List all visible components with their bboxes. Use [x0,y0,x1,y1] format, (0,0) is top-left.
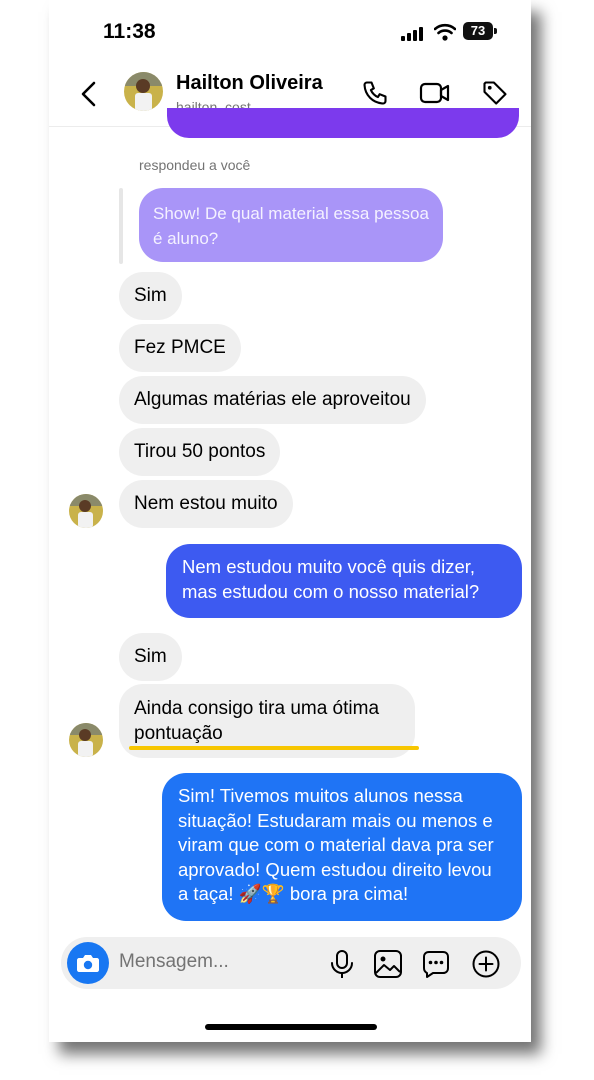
phone-icon[interactable] [361,79,389,107]
incoming-message[interactable]: Nem estou muito [119,480,293,528]
contact-name[interactable]: Hailton Oliveira [176,72,323,95]
sender-avatar[interactable] [69,494,103,528]
incoming-message[interactable]: Sim [119,633,182,681]
outgoing-message[interactable]: Sim! Tivemos muitos alunos nessa situaçã… [162,773,522,921]
outgoing-message[interactable]: Nem estudou muito você quis dizer, mas e… [166,544,522,618]
status-time: 11:38 [103,20,156,43]
video-icon[interactable] [419,79,451,107]
previous-message-bubble [167,108,519,138]
tag-icon[interactable] [481,79,509,107]
battery-nub [494,28,497,34]
reply-label: respondeu a você [139,157,251,173]
wifi-icon [434,23,456,41]
camera-icon [77,955,99,972]
incoming-message[interactable]: Algumas matérias ele aproveitou [119,376,426,424]
phone-screen: 11:38 73 Hailton Oliveira hailton_cost r… [49,0,531,1042]
avatar[interactable] [124,72,163,111]
gallery-icon[interactable] [373,949,403,979]
sticker-icon[interactable] [421,949,451,979]
message-composer[interactable]: Mensagem... [61,937,521,989]
sender-avatar[interactable] [69,723,103,757]
back-icon[interactable] [79,80,99,108]
message-input[interactable]: Mensagem... [119,951,229,973]
incoming-message[interactable]: Sim [119,272,182,320]
status-bar: 11:38 73 [49,0,531,62]
quoted-message[interactable]: Show! De qual material essa pessoa é alu… [139,188,443,262]
home-indicator [205,1024,377,1030]
incoming-message[interactable]: Tirou 50 pontos [119,428,281,476]
camera-button[interactable] [67,942,109,984]
highlight-underline [129,746,419,750]
microphone-icon[interactable] [329,949,355,979]
reply-quote-bar [119,188,123,264]
signal-icon [401,27,423,41]
incoming-message[interactable]: Fez PMCE [119,324,241,372]
battery-indicator: 73 [463,22,493,40]
plus-icon[interactable] [471,949,501,979]
